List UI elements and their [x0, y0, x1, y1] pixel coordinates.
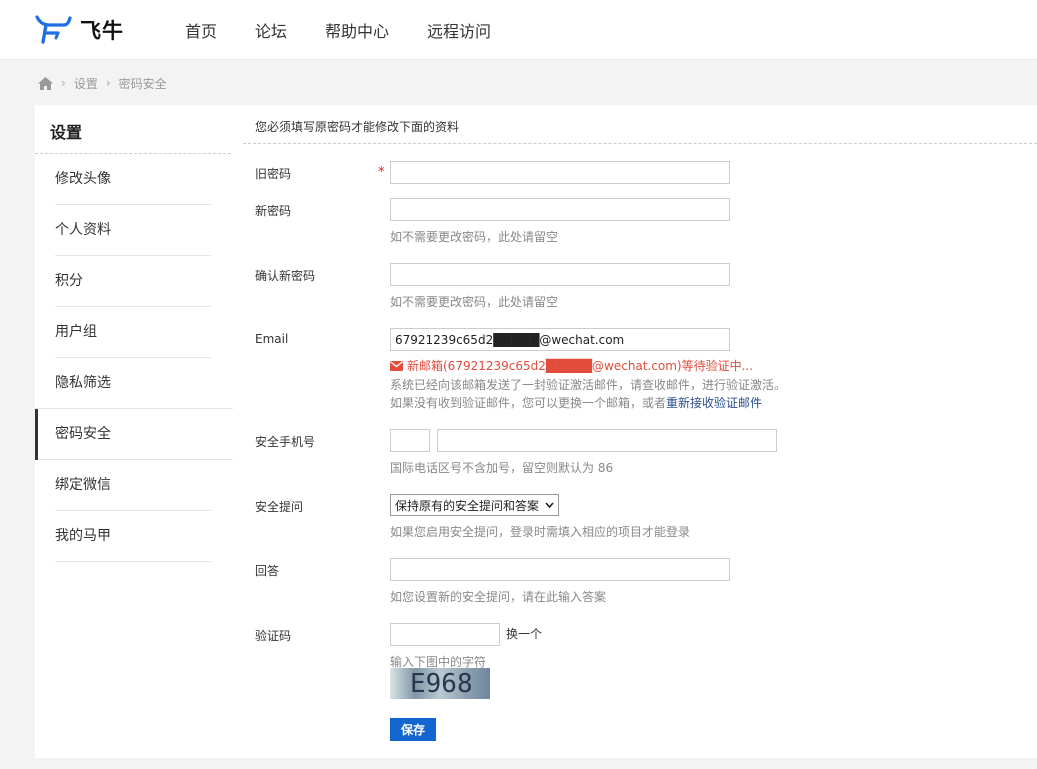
email-label: Email — [255, 332, 289, 346]
chevron-right-icon: › — [61, 76, 66, 90]
email-pending-text: 新邮箱(67921239c65d2█████@wechat.com)等待验证中.… — [407, 359, 754, 373]
sidebar-item-profile[interactable]: 个人资料 — [35, 205, 233, 256]
new-password-hint: 如不需要更改密码，此处请留空 — [390, 230, 559, 244]
email-hint-resend-text: 如果没有收到验证邮件，您可以更换一个邮箱，或者 — [390, 396, 667, 410]
nav-home[interactable]: 首页 — [185, 18, 217, 42]
captcha-label: 验证码 — [255, 629, 292, 643]
sidebar-item-privacy[interactable]: 隐私筛选 — [35, 358, 233, 409]
email-input[interactable] — [390, 328, 730, 351]
divider — [243, 143, 1037, 144]
form-notice: 您必须填写原密码才能修改下面的资料 — [255, 120, 460, 134]
security-question-label: 安全提问 — [255, 500, 304, 514]
old-password-input[interactable] — [390, 161, 730, 184]
email-pending-status: 新邮箱(67921239c65d2█████@wechat.com)等待验证中.… — [390, 357, 753, 374]
phone-hint: 国际电话区号不含加号，留空则默认为 86 — [390, 461, 614, 475]
logo-text: 飞牛 — [80, 19, 124, 43]
main-card: 设置 修改头像 个人资料 积分 用户组 隐私筛选 密码安全 绑定微信 我的马甲 … — [35, 105, 1037, 758]
bull-logo-icon — [35, 15, 72, 44]
mail-icon — [390, 360, 403, 371]
required-mark: * — [378, 165, 385, 180]
sidebar-item-alt-accounts[interactable]: 我的马甲 — [35, 511, 233, 562]
confirm-password-input[interactable] — [390, 263, 730, 286]
home-icon[interactable] — [38, 76, 53, 90]
new-password-label: 新密码 — [255, 204, 292, 218]
phone-country-code-input[interactable] — [390, 429, 430, 452]
phone-number-input[interactable] — [437, 429, 777, 452]
top-header: 飞牛 首页 论坛 帮助中心 远程访问 — [0, 0, 1037, 60]
nav-help-center[interactable]: 帮助中心 — [325, 18, 389, 42]
password-security-form: 您必须填写原密码才能修改下面的资料 旧密码 * 新密码 如不需要更改密码，此处请… — [243, 105, 1037, 758]
main-nav: 首页 论坛 帮助中心 远程访问 — [185, 0, 529, 60]
sidebar-item-usergroup[interactable]: 用户组 — [35, 307, 233, 358]
sidebar-item-avatar[interactable]: 修改头像 — [35, 154, 233, 205]
new-password-input[interactable] — [390, 198, 730, 221]
old-password-label: 旧密码 — [255, 167, 292, 181]
email-hint-sent: 系统已经向该邮箱发送了一封验证激活邮件，请查收邮件，进行验证激活。 — [390, 378, 787, 392]
save-button[interactable]: 保存 — [390, 718, 436, 741]
captcha-input[interactable] — [390, 623, 500, 646]
captcha-refresh-link[interactable]: 换一个 — [506, 625, 542, 642]
chevron-down-icon — [545, 502, 554, 509]
breadcrumb-settings[interactable]: 设置 — [74, 75, 98, 92]
phone-label: 安全手机号 — [255, 435, 316, 449]
site-logo[interactable]: 飞牛 — [34, 12, 134, 48]
security-question-selected: 保持原有的安全提问和答案 — [395, 498, 540, 513]
sidebar-item-password-security[interactable]: 密码安全 — [35, 408, 233, 460]
confirm-password-label: 确认新密码 — [255, 269, 316, 283]
answer-hint: 如您设置新的安全提问，请在此输入答案 — [390, 590, 607, 604]
sidebar-item-points[interactable]: 积分 — [35, 256, 233, 307]
security-question-select[interactable]: 保持原有的安全提问和答案 — [390, 494, 559, 516]
nav-remote-access[interactable]: 远程访问 — [427, 18, 491, 42]
resend-verification-link[interactable]: 重新接收验证邮件 — [666, 396, 762, 410]
answer-label: 回答 — [255, 564, 280, 578]
confirm-password-hint: 如不需要更改密码，此处请留空 — [390, 295, 559, 309]
breadcrumb: › 设置 › 密码安全 — [38, 73, 167, 93]
settings-sidebar: 设置 修改头像 个人资料 积分 用户组 隐私筛选 密码安全 绑定微信 我的马甲 — [35, 105, 233, 758]
answer-input[interactable] — [390, 558, 730, 581]
sidebar-list: 修改头像 个人资料 积分 用户组 隐私筛选 密码安全 绑定微信 我的马甲 — [35, 154, 233, 562]
email-hint-resend: 如果没有收到验证邮件，您可以更换一个邮箱，或者重新接收验证邮件 — [390, 394, 762, 411]
chevron-right-icon: › — [105, 76, 111, 90]
breadcrumb-password-security[interactable]: 密码安全 — [119, 75, 167, 92]
captcha-image[interactable]: E968 — [390, 668, 490, 699]
captcha-text: E968 — [410, 669, 473, 699]
nav-forum[interactable]: 论坛 — [255, 18, 287, 42]
sidebar-title: 设置 — [50, 123, 83, 142]
sidebar-item-wechat[interactable]: 绑定微信 — [35, 460, 233, 511]
security-question-hint: 如果您启用安全提问，登录时需填入相应的项目才能登录 — [390, 525, 691, 539]
